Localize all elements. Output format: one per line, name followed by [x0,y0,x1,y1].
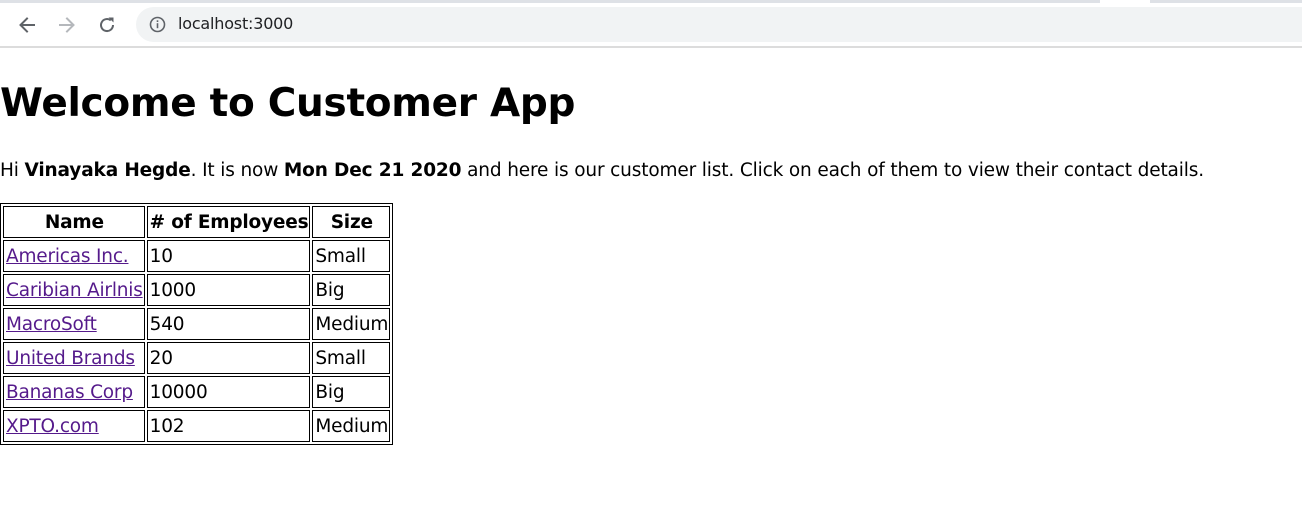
customer-link[interactable]: Americas Inc. [6,246,129,267]
cell-employees: 1000 [146,274,311,306]
table-row: Americas Inc. 10 Small [3,240,391,272]
cell-employees: 10000 [146,376,311,408]
table-row: United Brands 20 Small [3,342,391,374]
customer-link[interactable]: Caribian Airlnis [6,280,143,301]
table-row: Caribian Airlnis 1000 Big [3,274,391,306]
header-name: Name [3,206,145,238]
cell-size: Big [312,274,391,306]
greeting-text: Hi Vinayaka Hegde. It is now Mon Dec 21 … [0,158,1204,184]
browser-toolbar: localhost:3000 [0,0,1302,48]
page-content: Welcome to Customer App Hi Vinayaka Hegd… [0,50,1302,508]
cell-employees: 20 [146,342,311,374]
cell-employees: 102 [146,410,311,442]
back-button[interactable] [14,12,40,38]
customer-table: Name # of Employees Size Americas Inc. 1… [0,203,394,445]
table-row: Bananas Corp 10000 Big [3,376,391,408]
header-size: Size [312,206,391,238]
user-name: Vinayaka Hegde [24,160,191,181]
forward-button[interactable] [54,12,80,38]
reload-button[interactable] [94,12,120,38]
greeting-prefix: Hi [0,160,25,181]
cell-name: Caribian Airlnis [3,274,145,306]
customer-link[interactable]: Bananas Corp [6,382,133,403]
cell-name: United Brands [3,342,145,374]
cell-name: Bananas Corp [3,376,145,408]
customer-link[interactable]: MacroSoft [6,314,97,335]
forward-arrow-icon [59,17,75,33]
url-text[interactable]: localhost:3000 [178,14,293,34]
cell-size: Small [312,342,391,374]
cell-name: Americas Inc. [3,240,145,272]
cell-name: MacroSoft [3,308,145,340]
cell-name: XPTO.com [3,410,145,442]
cell-size: Medium [312,308,391,340]
tab-strip-edge [0,0,1100,3]
table-row: MacroSoft 540 Medium [3,308,391,340]
tab-strip-edge-right [1150,0,1302,3]
table-header-row: Name # of Employees Size [3,206,391,238]
header-employees: # of Employees [146,206,311,238]
table-row: XPTO.com 102 Medium [3,410,391,442]
greeting-middle: . It is now [190,160,284,181]
current-date: Mon Dec 21 2020 [283,160,462,181]
cell-employees: 540 [146,308,311,340]
page-title: Welcome to Customer App [0,81,576,126]
greeting-suffix: and here is our customer list. Click on … [461,160,1204,181]
cell-size: Big [312,376,391,408]
cell-size: Small [312,240,391,272]
back-arrow-icon [19,17,35,33]
customer-link[interactable]: United Brands [6,348,135,369]
address-bar[interactable]: localhost:3000 [136,7,1302,42]
customer-link[interactable]: XPTO.com [6,416,99,437]
cell-size: Medium [312,410,391,442]
cell-employees: 10 [146,240,311,272]
info-icon[interactable] [149,16,166,33]
reload-icon [100,17,115,33]
